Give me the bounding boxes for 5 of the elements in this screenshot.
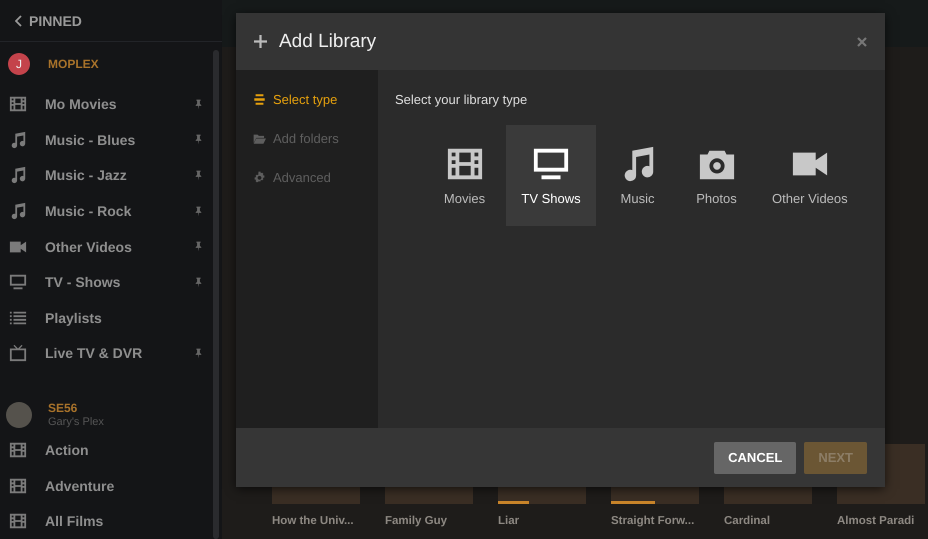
back-label: PINNED <box>29 12 82 29</box>
prompt-text: Select your library type <box>395 92 528 107</box>
server-owner: Gary's Plex <box>48 416 104 428</box>
dialog-title: Add Library <box>279 30 378 52</box>
user-avatar: J <box>8 53 30 76</box>
